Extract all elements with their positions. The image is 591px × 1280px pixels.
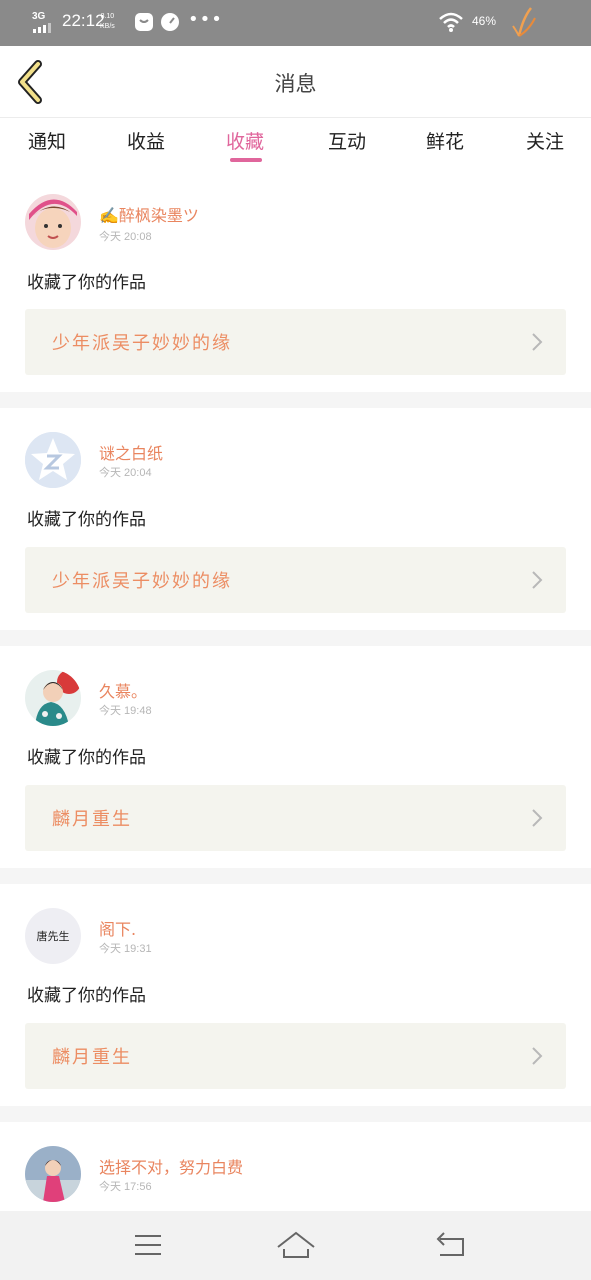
chevron-right-icon	[532, 571, 543, 589]
avatar[interactable]	[25, 432, 81, 488]
timestamp: 今天 17:56	[99, 1181, 152, 1193]
signal-icon: 3G	[32, 11, 52, 33]
chevron-right-icon	[532, 1047, 543, 1065]
card-divider	[0, 1106, 591, 1122]
avatar[interactable]	[25, 670, 81, 726]
wifi-icon	[438, 11, 464, 33]
message-text: 收藏了你的作品	[27, 510, 146, 530]
menu-icon	[135, 1235, 161, 1255]
card-divider	[0, 630, 591, 646]
more-notifications-icon: •••	[188, 9, 223, 30]
page-title: 消息	[274, 72, 317, 96]
return-icon	[436, 1232, 464, 1256]
message-text: 收藏了你的作品	[27, 273, 146, 293]
card-divider	[0, 868, 591, 884]
return-button[interactable]	[430, 1227, 470, 1263]
work-link[interactable]: 少年派吴子妙妙的缘	[25, 309, 566, 375]
tab-flowers[interactable]: 鲜花	[400, 127, 490, 154]
network-speed: 8.10 KB/s	[100, 12, 115, 32]
tab-bar: 通知 收益 收藏 互动 鲜花 关注	[0, 119, 591, 171]
battery-decoration-icon	[505, 4, 545, 40]
notification-card: 选择不对，努力白费 今天 17:56	[0, 1122, 591, 1211]
username[interactable]: 谜之白纸	[99, 440, 163, 464]
network-speed-value: 8.10	[100, 13, 115, 20]
timestamp: 今天 19:48	[99, 705, 152, 717]
username[interactable]: ✍醉枫染墨ツ	[99, 202, 199, 226]
card-divider	[0, 392, 591, 408]
tab-follows[interactable]: 关注	[500, 127, 590, 154]
active-tab-indicator	[230, 158, 262, 162]
chevron-right-icon	[532, 333, 543, 351]
status-time: 22:12	[62, 11, 105, 30]
work-link[interactable]: 麟月重生	[25, 1023, 566, 1089]
status-bar: 3G 22:12 8.10 KB/s ••• 46%	[0, 0, 591, 46]
notification-card: 谜之白纸 今天 20:04 收藏了你的作品 少年派吴子妙妙的缘	[0, 408, 591, 630]
work-title: 麟月重生	[52, 809, 132, 830]
avatar[interactable]	[25, 194, 81, 250]
work-title: 麟月重生	[52, 1047, 132, 1068]
avatar-text: 唐先生	[36, 930, 70, 943]
home-icon	[277, 1231, 315, 1258]
battery-level: 46%	[472, 14, 497, 28]
network-type: 3G	[32, 11, 46, 22]
message-text: 收藏了你的作品	[27, 986, 146, 1006]
work-link[interactable]: 麟月重生	[25, 785, 566, 851]
work-link[interactable]: 少年派吴子妙妙的缘	[25, 547, 566, 613]
notification-card: 久慕。 今天 19:48 收藏了你的作品 麟月重生	[0, 646, 591, 868]
speedometer-icon	[160, 12, 180, 32]
menu-button[interactable]	[128, 1227, 168, 1263]
tab-interactions[interactable]: 互动	[302, 127, 392, 154]
shopping-bag-icon	[134, 12, 154, 32]
username[interactable]: 选择不对，努力白费	[99, 1154, 243, 1178]
notification-card: 唐先生 阁下. 今天 19:31 收藏了你的作品 麟月重生	[0, 884, 591, 1106]
timestamp: 今天 19:31	[99, 943, 152, 955]
username[interactable]: 阁下.	[99, 916, 136, 940]
username[interactable]: 久慕。	[99, 678, 147, 702]
work-title: 少年派吴子妙妙的缘	[52, 333, 232, 354]
avatar[interactable]: 唐先生	[25, 908, 81, 964]
tab-favorites[interactable]: 收藏	[200, 127, 290, 154]
work-title: 少年派吴子妙妙的缘	[52, 571, 232, 592]
system-nav-bar	[0, 1211, 591, 1280]
header: 消息	[0, 46, 591, 118]
tab-notifications[interactable]: 通知	[2, 127, 92, 154]
avatar[interactable]	[25, 1146, 81, 1202]
home-button[interactable]	[276, 1227, 316, 1263]
tab-earnings[interactable]: 收益	[101, 127, 191, 154]
message-text: 收藏了你的作品	[27, 748, 146, 768]
notification-card: ✍醉枫染墨ツ 今天 20:08 收藏了你的作品 少年派吴子妙妙的缘	[0, 172, 591, 392]
timestamp: 今天 20:08	[99, 231, 152, 243]
network-speed-unit: KB/s	[100, 23, 115, 30]
chevron-right-icon	[532, 809, 543, 827]
timestamp: 今天 20:04	[99, 467, 152, 479]
